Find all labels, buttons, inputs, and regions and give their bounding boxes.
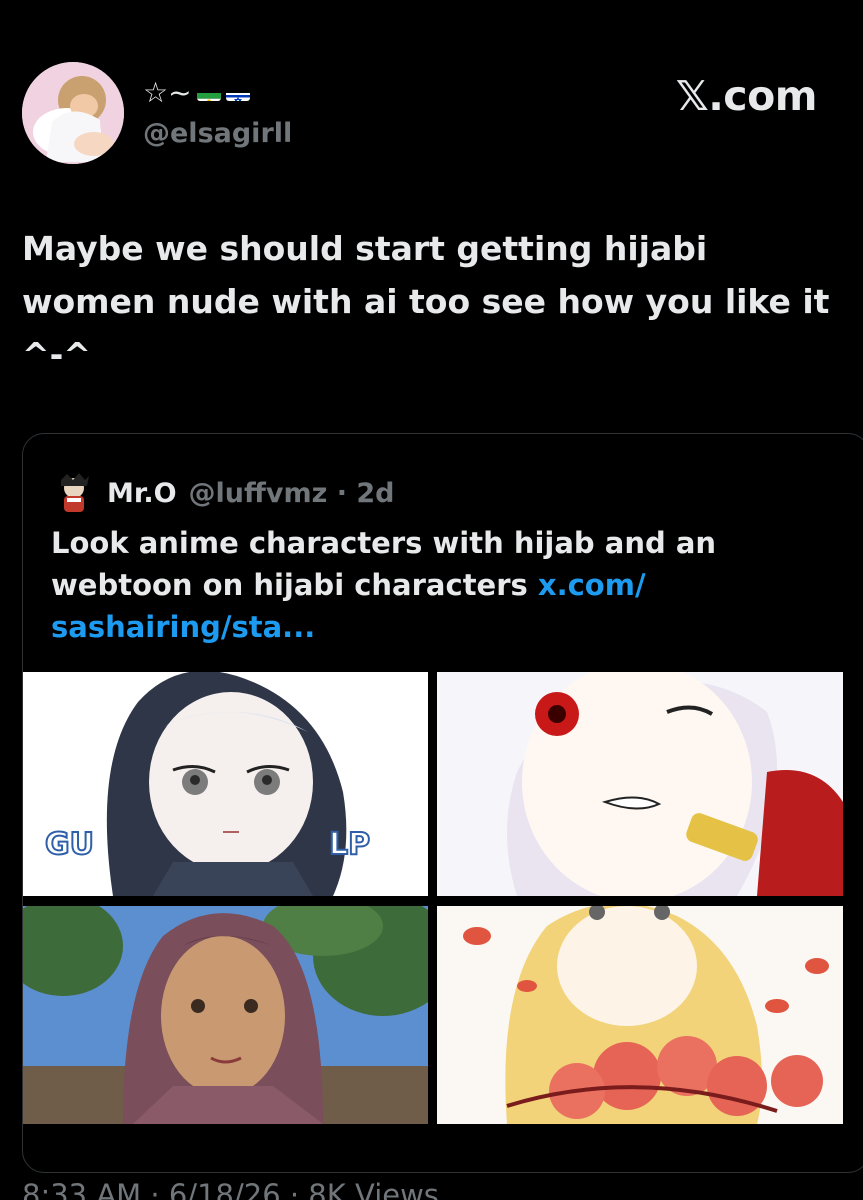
anime-hijab-yellow-image[interactable] <box>437 906 843 1124</box>
author-avatar[interactable] <box>22 62 124 164</box>
caption-right: LP <box>329 827 370 862</box>
caption-left: GU <box>45 827 94 862</box>
quoted-author-avatar[interactable] <box>51 470 97 516</box>
author-display-name[interactable]: ☆~ <box>143 76 250 109</box>
quoted-tweet-text: Look anime characters with hijab and an … <box>51 522 751 648</box>
quoted-tweet-header: Mr.O @luffvmz · 2d <box>51 470 395 516</box>
x-brand-logo: 𝕏.com <box>675 72 818 120</box>
author-handle[interactable]: @elsagirll <box>143 118 292 149</box>
quoted-tweet-card[interactable]: Mr.O @luffvmz · 2d Look anime characters… <box>22 433 863 1173</box>
quoted-author-handle[interactable]: @luffvmz · 2d <box>189 478 395 509</box>
iran-lion-sun-flag-icon <box>196 84 221 101</box>
tweet-text: Maybe we should start getting hijabi wom… <box>22 229 830 374</box>
anime-hijab-navy-image[interactable]: GU LP <box>23 672 428 896</box>
quoted-author-name[interactable]: Mr.O <box>107 478 177 509</box>
display-name-text: ☆~ <box>143 76 192 109</box>
media-grid: GU LP <box>23 672 843 1124</box>
anime-hijab-white-image[interactable] <box>437 672 843 896</box>
israel-flag-icon <box>225 84 250 101</box>
tweet-meta: 8:33 AM · 6/18/26 · 8K Views <box>22 1178 439 1200</box>
anime-hijab-mauve-image[interactable] <box>23 906 428 1124</box>
